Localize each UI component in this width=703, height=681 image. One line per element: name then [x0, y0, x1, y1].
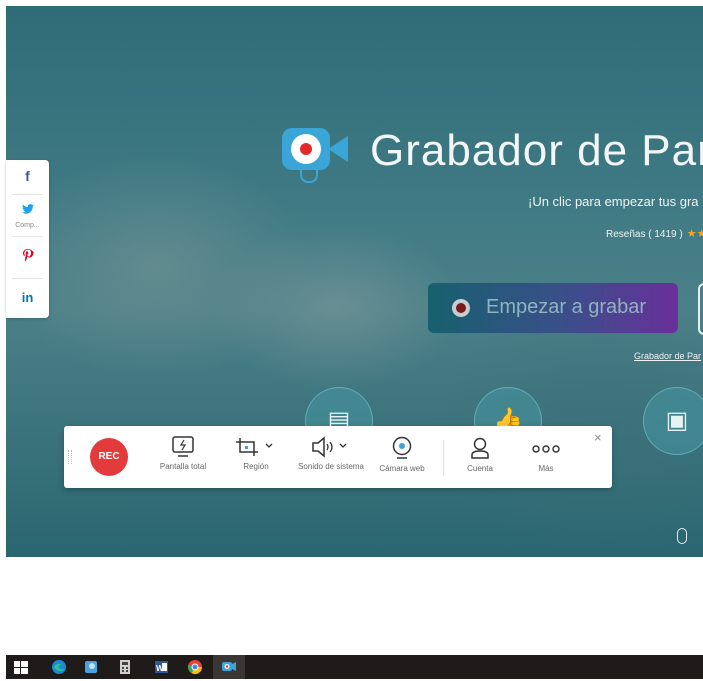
- region-label: Región: [243, 462, 269, 471]
- share-count-label: Comp...: [15, 222, 40, 229]
- feature-camera-icon: ▣: [643, 387, 703, 455]
- reviews-count[interactable]: Reseñas ( 1419 ) ★★: [606, 227, 703, 240]
- word-icon[interactable]: W: [152, 658, 170, 676]
- scroll-indicator-icon: [677, 528, 687, 544]
- windows-taskbar: W: [6, 655, 703, 679]
- twitter-icon[interactable]: [6, 203, 49, 217]
- monitor-icon: [172, 436, 194, 457]
- chrome-icon[interactable]: [186, 658, 204, 676]
- star-rating-icon: ★★: [686, 228, 703, 240]
- region-button[interactable]: Región: [221, 432, 291, 472]
- start-recording-label: Empezar a grabar: [486, 296, 647, 318]
- recorder-link[interactable]: Grabador de Par: [634, 351, 701, 361]
- record-dot-icon: [452, 299, 470, 317]
- page-title: Grabador de Par: [370, 126, 703, 175]
- system-sound-label: Sonido de sistema: [298, 462, 364, 471]
- more-icon: [532, 445, 560, 453]
- pinterest-icon[interactable]: [6, 249, 49, 265]
- page-subtitle: ¡Un clic para empezar tus gra: [528, 194, 699, 209]
- more-label: Más: [538, 464, 554, 473]
- camera-logo-icon: [282, 128, 352, 186]
- calculator-icon[interactable]: [116, 658, 134, 676]
- account-button[interactable]: Cuenta: [445, 432, 515, 474]
- speaker-icon: [312, 436, 347, 458]
- blank-page-area: [6, 557, 703, 653]
- windows-start-icon[interactable]: [12, 658, 30, 676]
- rec-button[interactable]: REC: [90, 438, 128, 476]
- facebook-icon[interactable]: f: [6, 168, 49, 184]
- webcam-icon: [392, 436, 412, 459]
- webcam-label: Cámara web: [379, 464, 425, 473]
- user-icon: [471, 437, 489, 459]
- linkedin-icon[interactable]: in: [6, 290, 49, 305]
- screen-recorder-icon[interactable]: [220, 658, 238, 676]
- account-label: Cuenta: [467, 464, 493, 473]
- secondary-button[interactable]: [698, 283, 703, 335]
- start-recording-button[interactable]: Empezar a grabar: [428, 283, 678, 333]
- system-sound-button[interactable]: Sonido de sistema: [296, 432, 366, 472]
- reviews-label: Reseñas ( 1419 ): [606, 229, 683, 240]
- fullscreen-label: Pantalla total: [159, 462, 207, 471]
- toolbar-divider: [443, 440, 444, 476]
- social-share-bar: f Comp... in: [6, 160, 49, 318]
- webcam-button[interactable]: Cámara web: [367, 432, 437, 474]
- fullscreen-button[interactable]: Pantalla total: [148, 432, 218, 472]
- edge-icon[interactable]: [50, 658, 68, 676]
- photos-icon[interactable]: [82, 658, 100, 676]
- close-icon[interactable]: ×: [594, 430, 602, 445]
- crop-icon: [236, 438, 273, 456]
- more-button[interactable]: Más: [511, 432, 581, 474]
- svg-text:W: W: [156, 664, 164, 673]
- recorder-toolbar: REC Pantalla total Región Sonido de sist…: [64, 426, 612, 488]
- drag-handle[interactable]: [68, 450, 72, 464]
